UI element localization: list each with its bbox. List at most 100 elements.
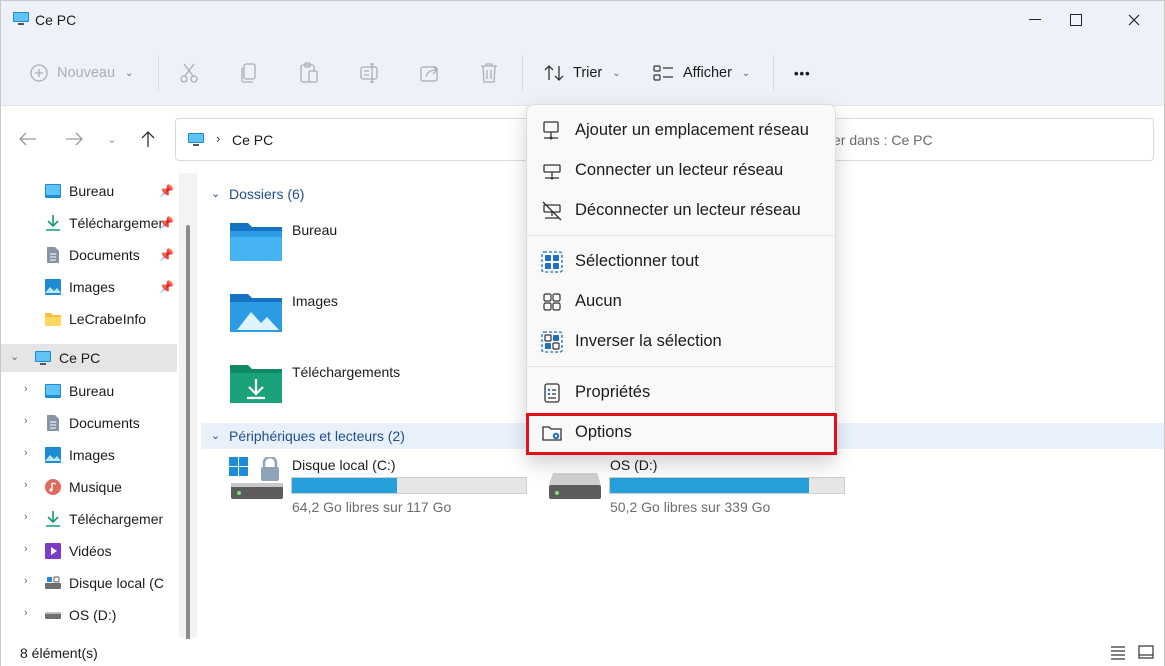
chevron-down-icon: ⌄ — [107, 133, 117, 146]
sort-button[interactable]: Trier ⌄ — [543, 60, 621, 86]
menu-item-disconnect-network-drive[interactable]: Déconnecter un lecteur réseau — [531, 191, 833, 229]
sidebar-item-label: Musique — [69, 479, 122, 495]
sidebar-item-label: OS (D:) — [69, 607, 117, 623]
folder-item-telechargements[interactable]: Téléchargements — [201, 361, 501, 421]
rename-button[interactable] — [359, 60, 381, 86]
maximize-button[interactable] — [1053, 1, 1099, 39]
desktop-icon — [44, 182, 62, 200]
breadcrumb-chevron-icon: › — [216, 131, 221, 146]
section-title: Dossiers (6) — [229, 186, 305, 202]
menu-item-select-none[interactable]: Aucun — [531, 282, 833, 320]
download-icon — [44, 510, 62, 528]
arrow-left-icon — [19, 132, 36, 146]
menu-item-label: Connecter un lecteur réseau — [575, 161, 784, 179]
title-bar: Ce PC — [1, 1, 1164, 39]
more-options-button[interactable]: ••• — [794, 60, 811, 86]
tiles-view-button[interactable] — [1137, 643, 1157, 663]
drive-usage-bar — [609, 477, 845, 494]
menu-item-invert-selection[interactable]: Inverser la sélection — [531, 322, 833, 360]
more-label: ••• — [794, 65, 811, 81]
folder-label: Images — [292, 293, 338, 309]
search-input[interactable]: er dans : Ce PC — [819, 118, 1154, 161]
drive-usage-bar — [291, 477, 527, 494]
menu-divider — [527, 366, 835, 367]
minimize-button[interactable] — [1012, 1, 1058, 39]
sidebar-item-lecrabeinfo[interactable]: LeCrabeInfo — [1, 305, 181, 333]
recent-locations-button[interactable]: ⌄ — [101, 128, 123, 150]
image-icon — [44, 278, 62, 296]
menu-item-label: Inverser la sélection — [575, 332, 722, 350]
pin-icon: 📌 — [159, 248, 174, 262]
sidebar-item-images[interactable]: Images 📌 — [1, 273, 181, 301]
menu-item-map-network-drive[interactable]: Connecter un lecteur réseau — [531, 151, 833, 189]
menu-item-label: Aucun — [575, 292, 622, 310]
chevron-down-icon: ⌄ — [125, 67, 134, 79]
arrow-up-icon — [141, 131, 155, 147]
pictures-folder-icon — [229, 290, 283, 337]
item-count: 8 élément(s) — [20, 645, 98, 661]
document-icon — [44, 246, 62, 264]
downloads-folder-icon — [229, 361, 283, 408]
trash-icon — [481, 63, 497, 83]
delete-button[interactable] — [479, 60, 499, 86]
drive-item-c[interactable]: Disque local (C:) 64,2 Go libres sur 117… — [229, 455, 549, 517]
share-button[interactable] — [419, 60, 441, 86]
details-view-button[interactable] — [1109, 643, 1129, 663]
document-icon — [44, 414, 62, 432]
cut-button[interactable] — [179, 60, 199, 86]
back-button[interactable] — [17, 128, 39, 150]
sidebar-item-images-pc[interactable]: › Images — [1, 441, 181, 469]
video-icon — [44, 542, 62, 560]
drive-free-space: 64,2 Go libres sur 117 Go — [292, 499, 452, 515]
sidebar-item-bureau-pc[interactable]: › Bureau — [1, 377, 181, 405]
sidebar-item-label: Ce PC — [59, 350, 101, 366]
sidebar-scrollbar[interactable] — [186, 225, 190, 645]
copy-button[interactable] — [239, 60, 259, 86]
menu-item-label: Propriétés — [575, 383, 651, 401]
sidebar-item-label: Documents — [69, 415, 140, 431]
sidebar-item-documents-pc[interactable]: › Documents — [1, 409, 181, 437]
chevron-down-icon: ⌄ — [741, 67, 751, 79]
sidebar-item-label: Disque local (C:) — [69, 575, 163, 591]
drive-item-d[interactable]: OS (D:) 50,2 Go libres sur 339 Go — [547, 457, 867, 517]
tiles-view-icon — [1138, 645, 1154, 659]
file-explorer-window: Ce PC Nouveau ⌄ Trier ⌄ Afficher ⌄ ••• ⌄… — [0, 0, 1165, 666]
sidebar-item-label: Bureau — [69, 383, 115, 399]
view-button[interactable]: Afficher ⌄ — [653, 60, 750, 86]
paste-button[interactable] — [299, 60, 319, 86]
drive-usage-fill — [292, 478, 398, 493]
sidebar-item-bureau[interactable]: Bureau 📌 — [1, 177, 181, 205]
rename-icon — [360, 63, 378, 83]
chevron-right-icon: › — [24, 511, 28, 523]
folder-item-images[interactable]: Images — [201, 290, 501, 350]
drive-icon — [547, 457, 603, 506]
toolbar-divider — [773, 55, 774, 91]
sort-label: Trier — [573, 65, 603, 81]
breadcrumb-location[interactable]: Ce PC — [232, 132, 273, 148]
forward-button[interactable] — [63, 128, 85, 150]
sidebar-item-telechargements[interactable]: Téléchargements 📌 — [1, 209, 181, 237]
sidebar-item-disque-local-c[interactable]: › Disque local (C:) — [1, 569, 181, 597]
menu-item-select-all[interactable]: Sélectionner tout — [531, 242, 833, 280]
close-button[interactable] — [1111, 1, 1157, 39]
drive-icon — [44, 606, 62, 624]
new-button[interactable]: Nouveau ⌄ — [29, 60, 133, 86]
sidebar-item-label: Vidéos — [69, 543, 112, 559]
sidebar-item-os-d[interactable]: › OS (D:) — [1, 601, 181, 629]
sidebar-item-ce-pc[interactable]: ⌄ Ce PC — [1, 344, 177, 372]
pin-icon: 📌 — [159, 216, 174, 230]
sidebar-item-videos[interactable]: › Vidéos — [1, 537, 181, 565]
sidebar-item-label: Documents — [69, 247, 140, 263]
sidebar-item-musique[interactable]: › Musique — [1, 473, 181, 501]
select-none-icon — [541, 291, 563, 313]
sidebar-item-documents[interactable]: Documents 📌 — [1, 241, 181, 269]
sidebar-item-label: Téléchargements — [69, 511, 163, 527]
menu-item-label: Ajouter un emplacement réseau — [575, 121, 809, 139]
menu-item-properties[interactable]: Propriétés — [531, 373, 833, 411]
menu-item-add-network-location[interactable]: Ajouter un emplacement réseau — [531, 111, 833, 149]
toolbar-divider — [158, 55, 159, 91]
up-button[interactable] — [137, 128, 159, 150]
folder-item-bureau[interactable]: Bureau — [201, 219, 501, 279]
sidebar-item-telechargements-pc[interactable]: › Téléchargements — [1, 505, 181, 533]
chevron-right-icon: › — [24, 479, 28, 491]
